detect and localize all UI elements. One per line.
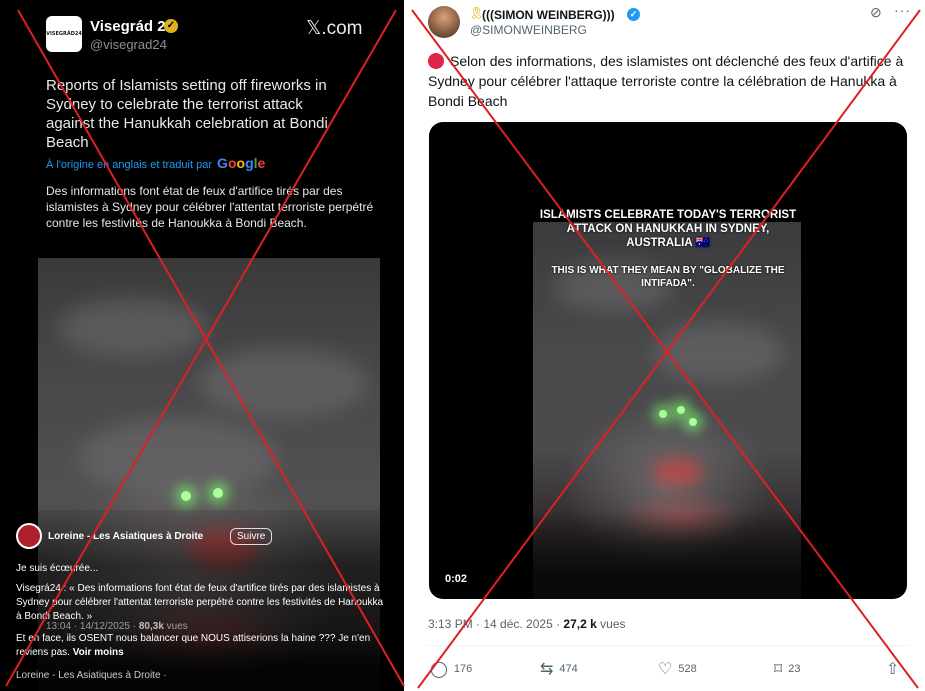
- green-firework-glow: [213, 488, 223, 498]
- cloud-shape: [198, 348, 368, 418]
- follow-button[interactable]: Suivre: [230, 528, 273, 545]
- translation-note[interactable]: À l'origine en anglais et traduit par Go…: [46, 155, 265, 171]
- green-firework-glow: [659, 410, 667, 418]
- account-handle[interactable]: @SIMONWEINBERG: [470, 23, 587, 37]
- verified-badge-icon: ✓: [627, 8, 640, 21]
- repost-icon: ⇆: [540, 661, 554, 678]
- post-text-english: Reports of Islamists setting off firewor…: [46, 77, 328, 151]
- like-count: 528: [678, 663, 697, 675]
- translation-label: À l'origine en anglais et traduit par: [46, 159, 212, 171]
- share-button[interactable]: ⇧: [886, 659, 899, 679]
- overlay-line-3-text: Et en face, ils OSENT nous balancer que …: [16, 633, 371, 658]
- left-post-screenshot: VISEGRÁD24 Visegrád 24 ✓ @visegrad24 𝕏.c…: [0, 0, 404, 691]
- more-icon[interactable]: ···: [894, 2, 911, 18]
- overlay-views: 80,3k: [138, 621, 164, 632]
- overlay-time: 13:04 · 14/12/2025 ·: [46, 621, 137, 632]
- loreine-avatar[interactable]: [16, 523, 42, 549]
- like-button[interactable]: ♡ 528: [658, 659, 697, 679]
- overlay-line-1: Je suis écœurée...: [16, 563, 99, 574]
- see-less-link[interactable]: Voir moins: [73, 647, 124, 658]
- simon-avatar[interactable]: [428, 6, 460, 38]
- green-firework-glow: [677, 406, 685, 414]
- overlay-views-label: vues: [166, 621, 188, 632]
- account-name[interactable]: (((SIMON WEINBERG))): [482, 8, 615, 22]
- red-firework-glow: [653, 458, 703, 486]
- visegrad-avatar[interactable]: VISEGRÁD24: [46, 16, 82, 52]
- post-views: 27,2 k: [563, 617, 597, 631]
- video-caption-2: THIS IS WHAT THEY MEAN BY "GLOBALIZE THE…: [551, 265, 785, 289]
- cloud-shape: [653, 322, 783, 382]
- verified-badge-icon: ✓: [164, 19, 178, 33]
- overlay-account-name[interactable]: Loreine - Les Asiatiques à Droite: [48, 531, 203, 542]
- overlay-meta: 13:04 · 14/12/2025 · 80,3k vues: [46, 621, 188, 632]
- views-label: vues: [600, 617, 626, 631]
- green-firework-glow: [689, 418, 697, 426]
- reply-count: 176: [453, 663, 473, 675]
- post-text: Selon des informations, des islamistes o…: [428, 53, 904, 109]
- reply-button[interactable]: ◯ 176: [430, 659, 472, 679]
- avatar-text: VISEGRÁD24: [46, 31, 82, 37]
- repost-button[interactable]: ⇆ 474: [540, 659, 578, 679]
- account-handle[interactable]: @visegrad24: [90, 37, 167, 52]
- overlay-footer: Loreine - Les Asiatiques à Droite ·: [16, 670, 167, 681]
- cloud-shape: [78, 418, 278, 498]
- account-name[interactable]: Visegrád 24: [90, 18, 174, 35]
- bookmark-count: 23: [788, 663, 801, 675]
- right-post-screenshot: 🎗 (((SIMON WEINBERG))) ✓ @SIMONWEINBERG …: [412, 0, 925, 691]
- green-firework-glow: [181, 491, 191, 501]
- google-logo-icon: Google: [217, 155, 266, 171]
- tree-silhouette: [533, 510, 801, 599]
- divider: [428, 645, 908, 646]
- reply-icon: ◯: [430, 661, 448, 678]
- bookmark-icon: ⌑: [774, 661, 783, 678]
- grok-icon[interactable]: ⊘: [870, 4, 882, 21]
- overlay-line-2: Visegrá24 : « Des informations font état…: [16, 583, 384, 622]
- video-duration: 0:02: [445, 573, 468, 585]
- cloud-shape: [58, 298, 208, 358]
- post-video[interactable]: ISLAMISTS CELEBRATE TODAY'S TERRORIST AT…: [429, 122, 907, 599]
- overlay-line-3: Et en face, ils OSENT nous balancer que …: [16, 632, 392, 660]
- x-logo-icon: 𝕏.com: [306, 18, 363, 39]
- video-caption-1: ISLAMISTS CELEBRATE TODAY'S TERRORIST AT…: [539, 209, 797, 249]
- like-icon: ♡: [658, 661, 673, 678]
- post-time[interactable]: 3:13 PM · 14 déc. 2025 ·: [428, 617, 560, 631]
- share-icon: ⇧: [886, 661, 900, 678]
- post-meta: 3:13 PM · 14 déc. 2025 · 27,2 k vues: [428, 617, 626, 631]
- repost-count: 474: [559, 663, 578, 675]
- bookmark-button[interactable]: ⌑ 23: [774, 659, 800, 679]
- post-text-french: Des informations font état de feux d'art…: [46, 184, 374, 230]
